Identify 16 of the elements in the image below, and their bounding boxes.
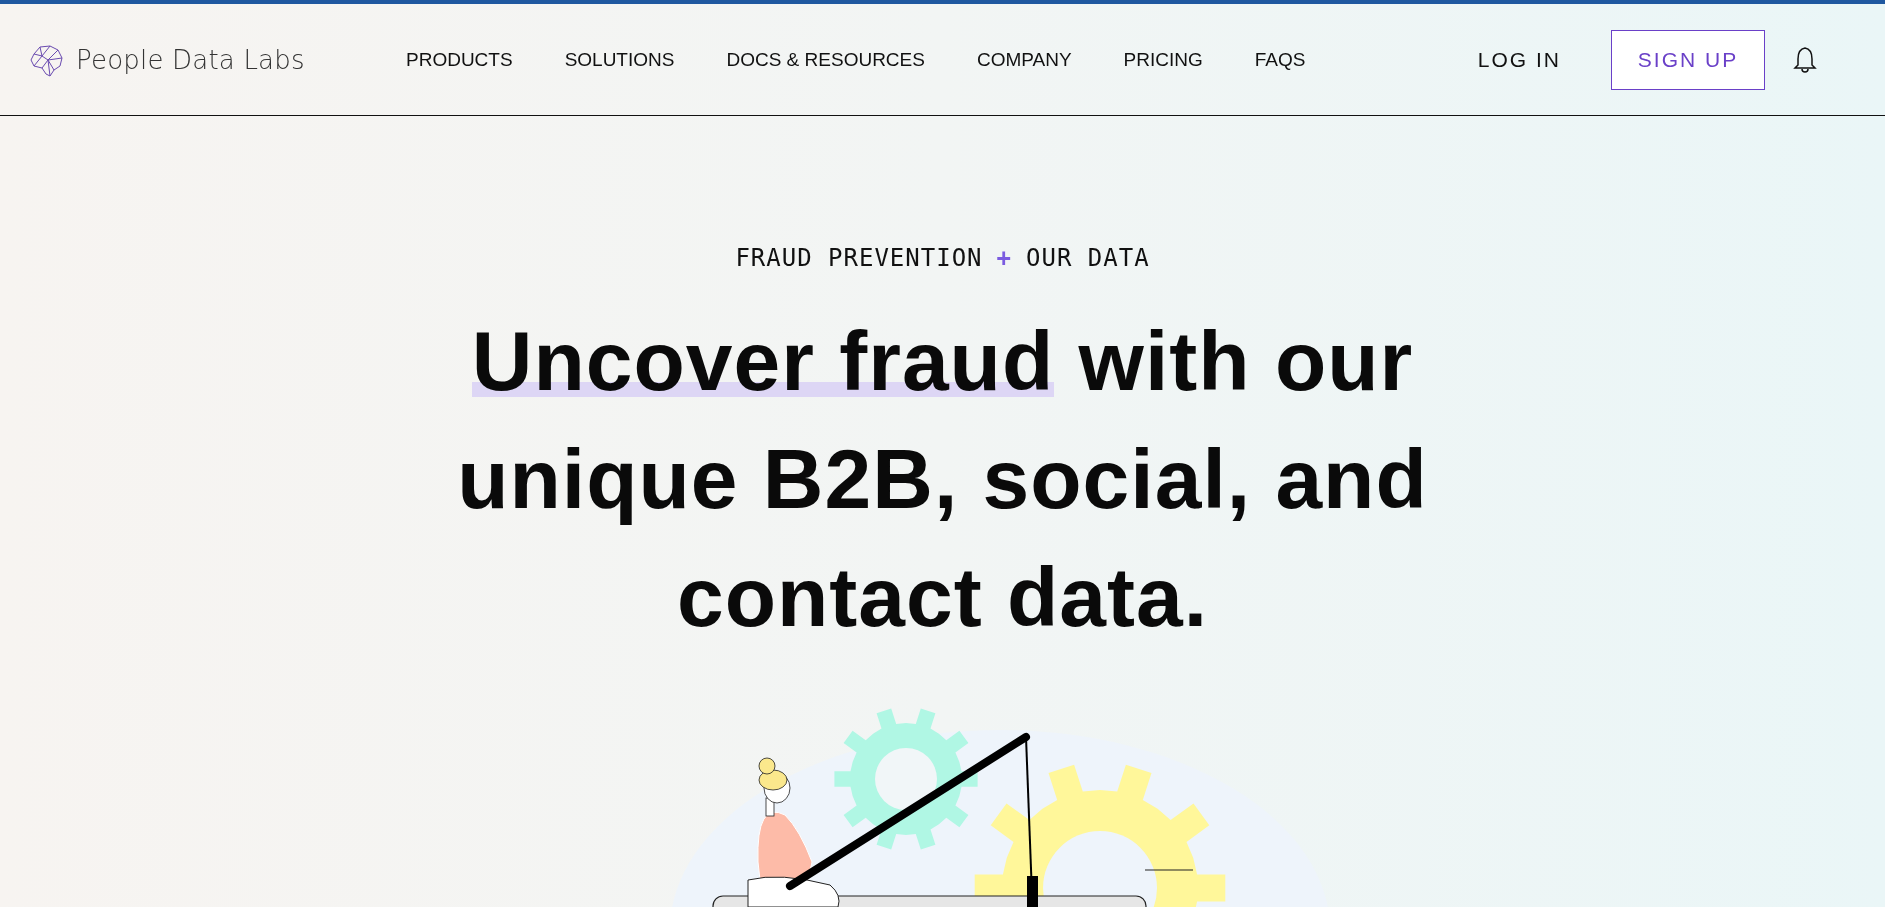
headline-text: unique B2B, social, and <box>457 432 1428 526</box>
bell-icon[interactable] <box>1793 45 1817 74</box>
nav-link[interactable]: SOLUTIONS <box>564 48 675 71</box>
nav-link[interactable]: PRODUCTS <box>406 48 513 71</box>
login-link[interactable]: LOG IN <box>1477 47 1561 72</box>
plus-sign: + <box>996 244 1012 272</box>
nav-link[interactable]: PRICING <box>1123 48 1203 71</box>
nav-link[interactable]: DOCS & RESOURCES <box>726 48 925 71</box>
eyebrow-text: FRAUD PREVENTION <box>735 244 983 272</box>
nav-link[interactable]: COMPANY <box>976 48 1072 71</box>
headline-text: contact data. <box>676 550 1209 644</box>
signup-button[interactable]: SIGN UP <box>1611 29 1765 90</box>
headline-text: with our <box>1078 314 1414 408</box>
brand-name: People Data Labs <box>76 44 305 75</box>
eyebrow-text: OUR DATA <box>1026 244 1150 272</box>
nav-link[interactable]: FAQS <box>1254 48 1306 71</box>
